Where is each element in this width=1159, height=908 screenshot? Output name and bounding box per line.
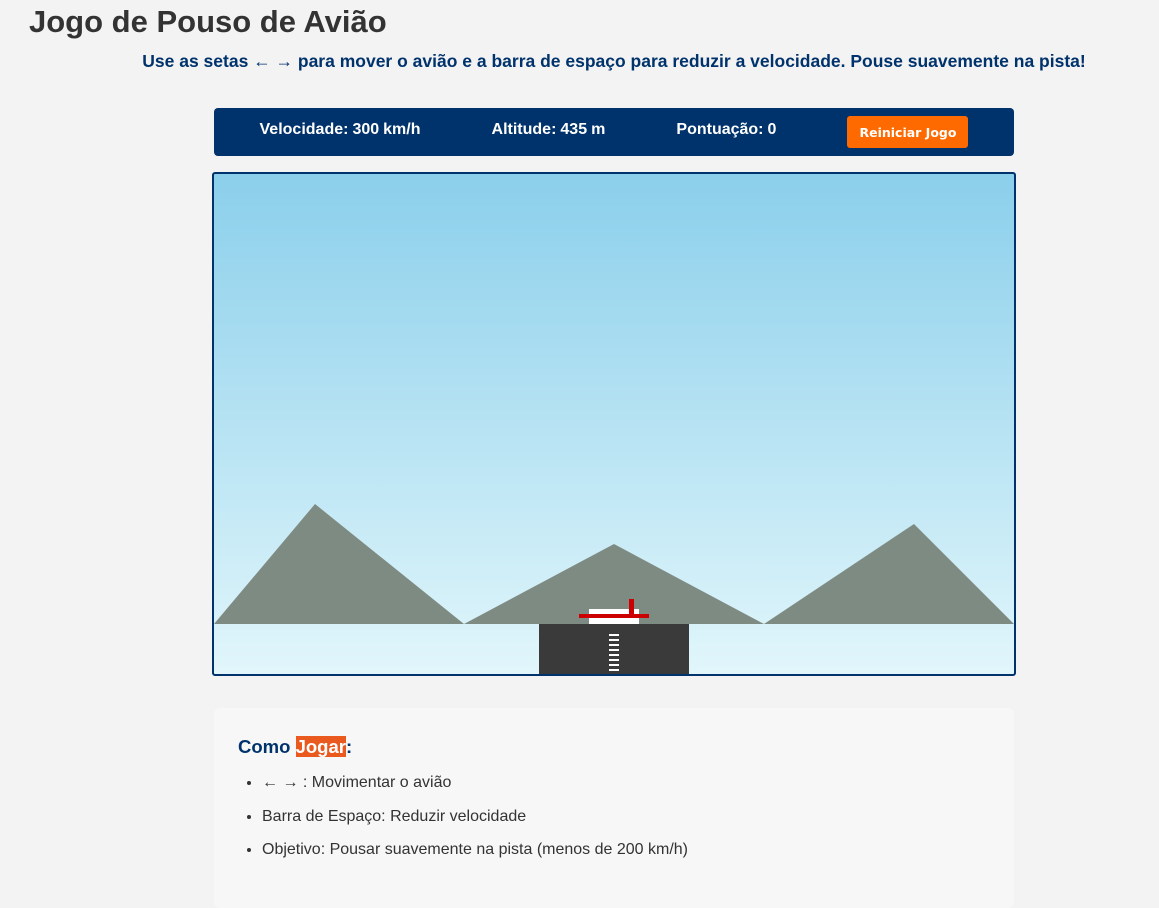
altitude-stat: Altitude: 435 m	[492, 121, 606, 139]
game-subtitle: Use as setas ← → para mover o avião e a …	[142, 51, 1086, 71]
speed-stat: Velocidade: 300 km/h	[260, 121, 421, 139]
altitude-unit: m	[591, 121, 606, 138]
restart-game-button[interactable]: Reiniciar Jogo	[847, 116, 969, 148]
status-bar: Velocidade: 300 km/h Altitude: 435 m Pon…	[214, 108, 1014, 156]
mountain-left	[214, 504, 464, 624]
game-canvas[interactable]	[212, 172, 1016, 676]
instructions-panel: Como Jogar: ← → : Movimentar o avião Bar…	[214, 708, 1014, 908]
speed-unit: km/h	[383, 121, 421, 138]
score-stat: Pontuação: 0	[676, 121, 776, 139]
instructions-title-highlight: Jogar	[295, 736, 346, 757]
score-value: 0	[767, 121, 777, 138]
airplane-tail	[629, 599, 634, 614]
instructions-title-prefix: Como	[238, 736, 296, 757]
instructions-list: ← → : Movimentar o avião Barra de Espaço…	[238, 773, 688, 874]
instructions-title: Como Jogar:	[238, 736, 352, 758]
instructions-title-suffix: :	[345, 736, 353, 757]
instruction-item-objective: Objetivo: Pousar suavemente na pista (me…	[262, 840, 688, 859]
altitude-value: 435	[560, 121, 588, 138]
page-title: Jogo de Pouso de Avião	[29, 4, 387, 39]
mountain-right	[764, 524, 1014, 624]
airplane-wing	[579, 614, 649, 618]
altitude-label: Altitude:	[491, 121, 557, 138]
instruction-item-brake: Barra de Espaço: Reduzir velocidade	[262, 807, 688, 826]
speed-label: Velocidade:	[259, 121, 349, 138]
game-scene	[214, 504, 1014, 674]
speed-value: 300	[352, 121, 380, 138]
score-label: Pontuação:	[676, 121, 764, 138]
instruction-item-move: ← → : Movimentar o avião	[262, 773, 688, 792]
